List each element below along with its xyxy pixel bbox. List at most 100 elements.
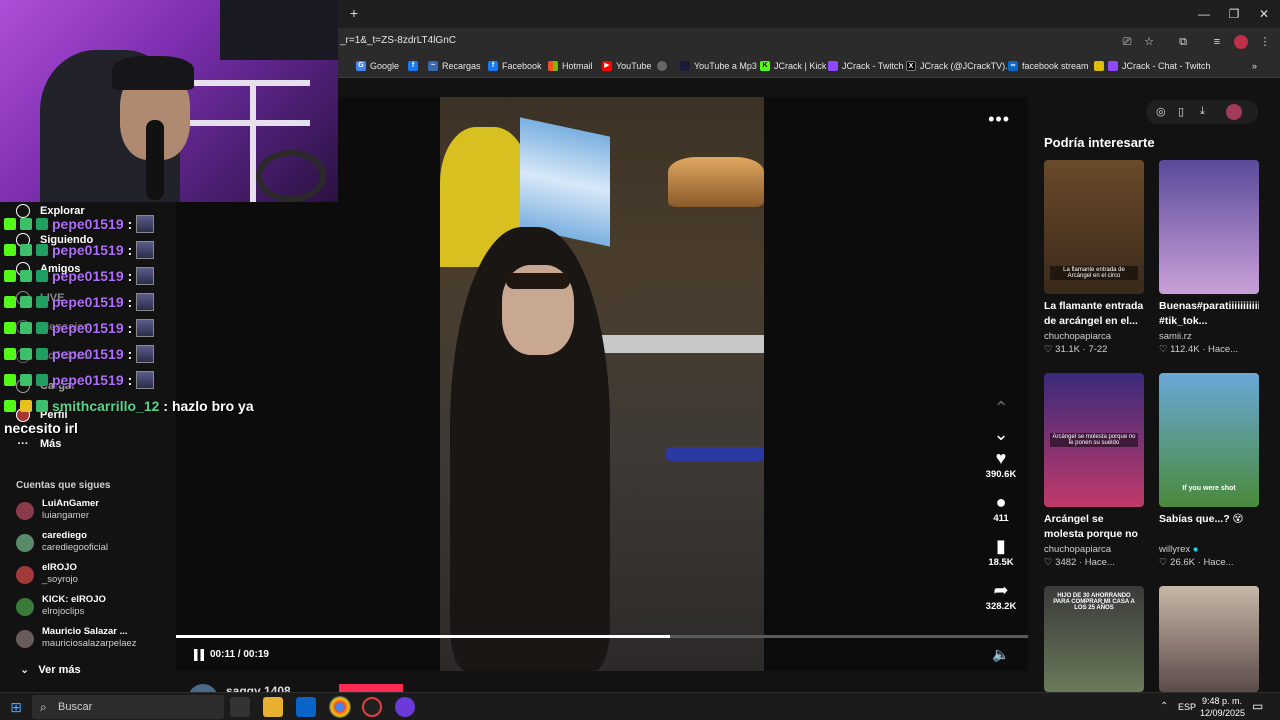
followed-account[interactable]: elROJO _soyrojo [16,562,176,588]
menu-kebab-icon[interactable]: ⋮ [1258,35,1272,49]
pause-button[interactable] [192,648,206,662]
kick-badge-icon [4,400,16,412]
recommended-title: Podría interesarte [1044,135,1155,150]
avatar [16,630,34,648]
emote-icon [136,371,155,389]
followed-account[interactable]: KICK: elROJO elrojoclips [16,594,176,620]
recommended-card[interactable]: Arcángel se molesta porque no le ponen s… [1044,373,1144,568]
webcam-overlay [0,0,338,202]
comment-button[interactable]: ● 411 [982,491,1020,524]
bookmark-jcrack-kick[interactable]: K JCrack | Kick [760,61,826,71]
bookmark-hotmail[interactable]: Hotmail [548,61,593,71]
bookmark-youtube[interactable]: ▶ YouTube [602,61,651,71]
bookmark-facebook[interactable]: f Facebook [488,61,542,71]
kick-badge-icon [4,348,16,360]
followed-account[interactable]: LuiAnGamer luiangamer [16,498,176,524]
new-tab-button[interactable]: + [346,5,362,21]
twitch-icon [828,61,838,71]
bookmark-facebook-stream[interactable]: ∞ facebook stream [1008,61,1089,71]
share-button[interactable]: ➦ 328.2K [982,579,1020,612]
recommended-card[interactable]: La flamante entrada de Arcángel en el ci… [1044,160,1144,355]
more-options-icon[interactable]: ••• [988,109,1010,130]
like-button[interactable]: ♥ 390.6K [982,447,1020,480]
bookmark-google[interactable]: G Google [356,61,399,71]
taskbar-search[interactable]: ⌕ Buscar [32,695,224,719]
recommended-card[interactable] [1159,586,1259,692]
avatar [16,598,34,616]
obs-icon[interactable] [362,697,382,717]
recommended-card[interactable]: Buenas#paratiiiiiiiiiiiiiiiiiiiiiiiiiiii… [1159,160,1259,355]
pause-icon [194,649,204,661]
clock-time[interactable]: 9:48 p. m. [1200,696,1244,706]
mp3-icon [680,61,690,71]
gift-badge-icon [36,400,48,412]
bookmark-recargas[interactable]: ~ Recargas [428,61,481,71]
extensions-icon[interactable]: ⧉ [1176,35,1190,49]
windows-start-icon[interactable]: ⊞ [6,697,26,717]
cast-icon[interactable]: ⎚ [1120,35,1134,49]
nav-mas[interactable]: ··· Más [16,438,62,450]
card-thumbnail[interactable]: Arcángel se molesta porque no le ponen s… [1044,373,1144,507]
bookmark-youtube-mp3[interactable]: YouTube a Mp3 [680,61,757,71]
notification-icon[interactable]: ▭ [1252,699,1263,713]
og-badge-icon [36,218,48,230]
address-bar[interactable]: _r=1&_t=ZS-8zdrLT4lGnC [340,35,456,46]
share-icon: ➦ [993,580,1009,600]
clock-date[interactable]: 12/09/2025 [1200,708,1245,718]
task-view-icon[interactable] [230,697,250,717]
close-window-button[interactable]: ✕ [1254,6,1274,22]
card-thumbnail[interactable]: If you were shot [1159,373,1259,507]
progress-bar[interactable] [176,635,1028,638]
chrome-icon[interactable] [329,696,351,718]
gift-badge-icon [20,270,32,282]
star-icon[interactable]: ☆ [1142,35,1156,49]
bookmarks-overflow-icon[interactable]: » [1252,61,1257,71]
kick-badge-icon [4,322,16,334]
meta-icon: ∞ [1008,61,1018,71]
emote-icon [136,215,155,233]
video-time: 00:11 / 00:19 [210,649,269,660]
discord-icon[interactable] [395,697,415,717]
minimize-button[interactable]: — [1194,6,1214,22]
recommended-card[interactable]: HIJO DE 30 AHORRANDO PARA COMPRAR MI CAS… [1044,586,1144,692]
bookmark-jcrack-chat[interactable]: JCrack - Chat - Twitch [1094,61,1210,71]
twitch-icon [1108,61,1118,71]
file-explorer-icon[interactable] [263,697,283,717]
scene-cap [112,56,194,90]
scroll-up-icon[interactable]: ⌃ [982,397,1020,419]
card-thumbnail[interactable] [1159,160,1259,294]
card-thumbnail[interactable]: HIJO DE 30 AHORRANDO PARA COMPRAR MI CAS… [1044,586,1144,692]
avatar [16,502,34,520]
bookmark-globe[interactable] [657,61,667,71]
tray-chevron-icon[interactable]: ⌃ [1160,701,1168,712]
video-frame[interactable] [440,97,764,671]
profile-avatar[interactable] [1234,35,1248,49]
media-icon[interactable]: ≡ [1210,35,1224,49]
followed-account[interactable]: Mauricio Salazar ... mauriciosalazarpela… [16,626,176,652]
bookmark-button[interactable]: ▮ 18.5K [982,535,1020,568]
scroll-down-icon[interactable]: ⌄ [982,423,1020,445]
gift-badge-icon [20,296,32,308]
language-indicator[interactable]: ESP [1178,702,1196,712]
card-thumbnail[interactable]: La flamante entrada de Arcángel en el ci… [1044,160,1144,294]
globe-icon [657,61,667,71]
heart-outline-icon: ♡ [1044,557,1056,568]
followed-account[interactable]: carediego carediegooficial [16,530,176,556]
restore-button[interactable]: ❐ [1224,6,1244,22]
kick-badge-icon [4,244,16,256]
download-icon[interactable]: ⤓ [1200,105,1205,118]
see-more-link[interactable]: ⌄ Ver más [20,663,81,676]
volume-icon[interactable]: 🔈 [992,646,1009,663]
outlook-icon[interactable] [296,697,316,717]
bookmark-jcrack-twitch[interactable]: JCrack - Twitch [828,61,903,71]
chat-message: pepe01519: [4,344,155,364]
kick-badge-icon [4,218,16,230]
recommended-card[interactable]: If you were shot Sabías que...? 😵 willyr… [1159,373,1259,568]
bookmark-facebook-icon-only[interactable]: f [408,61,418,71]
bookmark-jcrack-x[interactable]: X JCrack (@JCrackTV)... [906,61,1013,71]
user-avatar[interactable] [1226,104,1242,120]
mobile-icon[interactable]: ▯ [1178,105,1184,118]
tiktok-logo-icon[interactable]: ◎ [1156,105,1166,118]
card-thumbnail[interactable] [1159,586,1259,692]
gift-badge-icon [20,374,32,386]
